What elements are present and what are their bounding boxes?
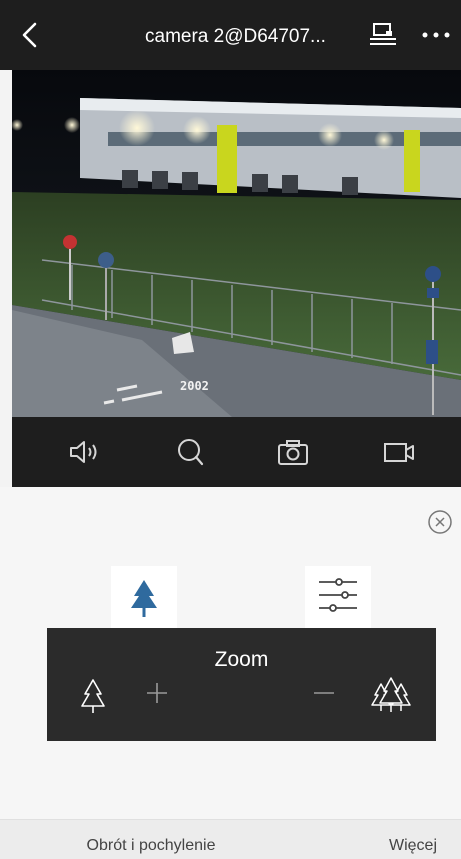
single-tree-icon[interactable]: [77, 676, 109, 716]
close-icon[interactable]: [427, 509, 453, 535]
plus-icon[interactable]: [144, 680, 170, 706]
tree-icon: [131, 580, 157, 617]
monitor-icon[interactable]: [368, 22, 398, 48]
page-title: camera 2@D64707...: [145, 26, 326, 47]
zoom-control: Zoom: [47, 628, 436, 741]
top-bar: camera 2@D64707...: [0, 0, 461, 70]
tab-more[interactable]: Więcej: [292, 820, 461, 859]
camera-icon[interactable]: [276, 437, 310, 467]
zoom-mode-tile[interactable]: [111, 566, 177, 628]
sliders-icon: [319, 578, 357, 612]
video-control-bar: [12, 417, 461, 487]
search-icon[interactable]: [174, 437, 208, 467]
live-video-feed[interactable]: 2002: [12, 70, 461, 417]
back-arrow-icon[interactable]: [18, 20, 44, 50]
settings-tile[interactable]: [305, 566, 371, 628]
video-overlay-number: 2002: [180, 379, 209, 393]
forest-icon[interactable]: [369, 674, 413, 716]
tab-pan-tilt[interactable]: Obrót i pochylenie: [0, 820, 292, 859]
speaker-icon[interactable]: [68, 437, 102, 467]
zoom-label: Zoom: [214, 648, 269, 671]
bottom-tabs: Obrót i pochylenie Więcej: [0, 819, 461, 859]
more-icon[interactable]: [420, 22, 452, 48]
video-record-icon[interactable]: [382, 437, 416, 467]
minus-icon[interactable]: [311, 680, 337, 706]
